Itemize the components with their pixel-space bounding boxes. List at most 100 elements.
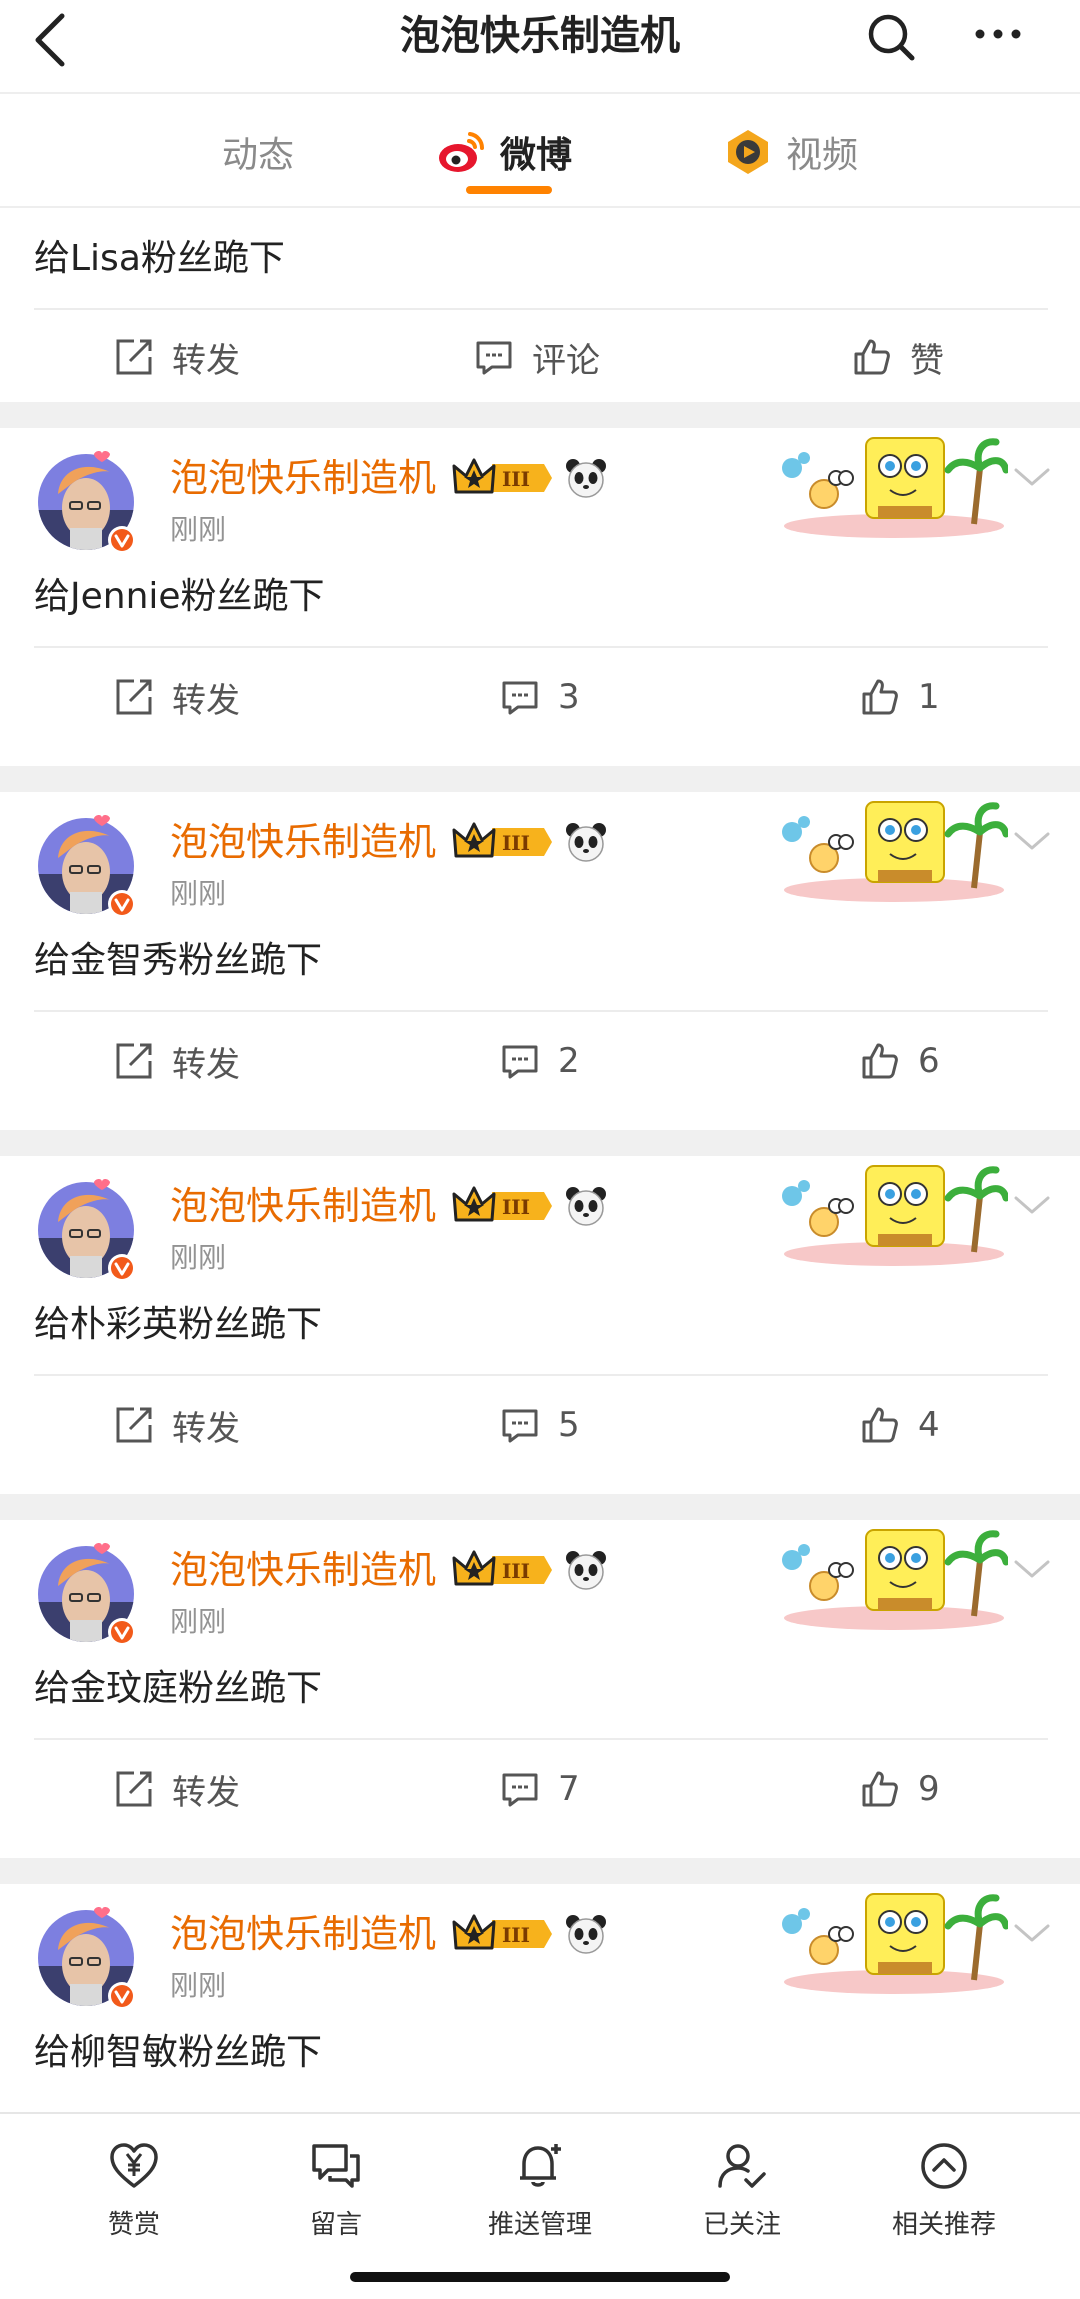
- post-username[interactable]: 泡泡快乐制造机: [170, 1906, 436, 1962]
- divider: [34, 308, 1048, 310]
- tab-weibo[interactable]: 微博: [436, 122, 572, 182]
- bottom-action-bar: 赞赏 留言 推送管理 已关注 相关推荐: [0, 2112, 1080, 2299]
- comment-button[interactable]: 评论: [474, 332, 600, 382]
- post-separator: [0, 1858, 1080, 1884]
- panda-icon[interactable]: [564, 1912, 608, 1956]
- post-card: 泡泡快乐制造机 III 刚刚给Jennie粉丝跪下转发 3 1: [0, 428, 1080, 766]
- membership-crown-badge-icon[interactable]: III: [452, 820, 556, 864]
- post-card: 泡泡快乐制造机 III 刚刚 给朴彩英粉丝跪下 转发 5 4: [0, 1156, 1080, 1494]
- membership-crown-badge-icon[interactable]: III: [452, 1184, 556, 1228]
- panda-icon[interactable]: [564, 820, 608, 864]
- comment-icon: [502, 1045, 538, 1079]
- message-button[interactable]: 留言: [256, 2140, 416, 2241]
- comment-icon: [476, 341, 512, 375]
- divider: [34, 1738, 1048, 1740]
- reward-label: 赞赏: [107, 2210, 160, 2240]
- spongebob-sticker-icon[interactable]: [774, 428, 1008, 538]
- post-timestamp: 刚刚: [170, 877, 227, 910]
- post-card: 给Lisa粉丝跪下 转发 评论 赞: [0, 208, 1080, 402]
- comment-count: 5: [558, 1405, 580, 1445]
- chevron-down-icon[interactable]: [1010, 1916, 1054, 1952]
- tab-dynamic[interactable]: 动态: [222, 122, 294, 182]
- avatar[interactable]: [34, 1178, 138, 1282]
- post-username[interactable]: 泡泡快乐制造机: [170, 1542, 436, 1598]
- message-icon: [312, 2144, 360, 2188]
- post-username[interactable]: 泡泡快乐制造机: [170, 1178, 436, 1234]
- comment-button[interactable]: 7: [500, 1764, 580, 1814]
- spongebob-sticker-icon[interactable]: [774, 1156, 1008, 1266]
- like-count: 9: [918, 1769, 940, 1809]
- chevron-down-icon[interactable]: [1010, 1552, 1054, 1588]
- profile-tabs: 动态 微博 视频: [0, 94, 1080, 208]
- avatar[interactable]: [34, 1542, 138, 1646]
- spongebob-sticker-icon[interactable]: [774, 1520, 1008, 1630]
- repost-button[interactable]: 转发: [114, 672, 240, 722]
- search-icon[interactable]: [862, 8, 922, 68]
- post-username[interactable]: 泡泡快乐制造机: [170, 814, 436, 870]
- repost-label: 转发: [172, 340, 240, 381]
- svg-text:III: III: [502, 467, 530, 491]
- avatar[interactable]: [34, 1906, 138, 2010]
- repost-button[interactable]: 转发: [114, 332, 240, 382]
- repost-label: 转发: [172, 1044, 240, 1085]
- spongebob-sticker-icon[interactable]: [774, 792, 1008, 902]
- thumbs-up-icon: [862, 679, 898, 715]
- following-button[interactable]: 已关注: [662, 2140, 822, 2241]
- comment-button[interactable]: 2: [500, 1036, 580, 1086]
- like-button[interactable]: 6: [860, 1036, 940, 1086]
- push-settings-label: 推送管理: [487, 2210, 592, 2240]
- user-check-icon: [718, 2144, 766, 2188]
- divider: [34, 1010, 1048, 1012]
- comment-button[interactable]: 5: [500, 1400, 580, 1450]
- svg-text:III: III: [502, 831, 530, 855]
- post-separator: [0, 1494, 1080, 1520]
- chevron-down-icon[interactable]: [1010, 824, 1054, 860]
- repost-button[interactable]: 转发: [114, 1400, 240, 1450]
- comment-icon: [502, 1773, 538, 1807]
- comment-button[interactable]: 3: [500, 672, 580, 722]
- reward-button[interactable]: 赞赏: [54, 2140, 214, 2241]
- like-button[interactable]: 9: [860, 1764, 940, 1814]
- home-indicator[interactable]: [350, 2272, 730, 2282]
- repost-label: 转发: [172, 680, 240, 721]
- tab-label: 微博: [500, 135, 573, 176]
- post-username[interactable]: 泡泡快乐制造机: [170, 450, 436, 506]
- post-content[interactable]: 给朴彩英粉丝跪下: [34, 1300, 322, 1350]
- tab-label: 视频: [786, 135, 859, 176]
- panda-icon[interactable]: [564, 456, 608, 500]
- membership-crown-badge-icon[interactable]: III: [452, 1912, 556, 1956]
- related-recommend-button[interactable]: 相关推荐: [864, 2140, 1024, 2241]
- avatar[interactable]: [34, 450, 138, 554]
- push-settings-button[interactable]: 推送管理: [460, 2140, 620, 2241]
- membership-crown-badge-icon[interactable]: III: [452, 1548, 556, 1592]
- thumbs-up-icon: [862, 1771, 898, 1807]
- chevron-down-icon[interactable]: [1010, 460, 1054, 496]
- like-button[interactable]: 1: [860, 672, 940, 722]
- repost-label: 转发: [172, 1772, 240, 1813]
- chevron-down-icon[interactable]: [1010, 1188, 1054, 1224]
- avatar[interactable]: [34, 814, 138, 918]
- comment-label: 评论: [532, 340, 600, 381]
- post-separator: [0, 402, 1080, 428]
- top-bar: 泡泡快乐制造机: [0, 0, 1080, 94]
- membership-crown-badge-icon[interactable]: III: [452, 456, 556, 500]
- repost-button[interactable]: 转发: [114, 1764, 240, 1814]
- arrow-up-circle-icon: [921, 2143, 967, 2189]
- like-button[interactable]: 赞: [852, 332, 944, 382]
- panda-icon[interactable]: [564, 1548, 608, 1592]
- post-content[interactable]: 给Lisa粉丝跪下: [34, 234, 285, 284]
- like-button[interactable]: 4: [860, 1400, 940, 1450]
- post-content[interactable]: 给金玟庭粉丝跪下: [34, 1664, 322, 1714]
- repost-label: 转发: [172, 1408, 240, 1449]
- more-icon[interactable]: [968, 8, 1028, 68]
- post-timestamp: 刚刚: [170, 1605, 227, 1638]
- post-content[interactable]: 给Jennie粉丝跪下: [34, 572, 325, 622]
- post-content[interactable]: 给金智秀粉丝跪下: [34, 936, 322, 986]
- repost-button[interactable]: 转发: [114, 1036, 240, 1086]
- post-timestamp: 刚刚: [170, 513, 227, 546]
- tab-video[interactable]: 视频: [722, 122, 858, 182]
- thumbs-up-icon: [862, 1043, 898, 1079]
- panda-icon[interactable]: [564, 1184, 608, 1228]
- spongebob-sticker-icon[interactable]: [774, 1884, 1008, 1994]
- post-content[interactable]: 给柳智敏粉丝跪下: [34, 2028, 322, 2078]
